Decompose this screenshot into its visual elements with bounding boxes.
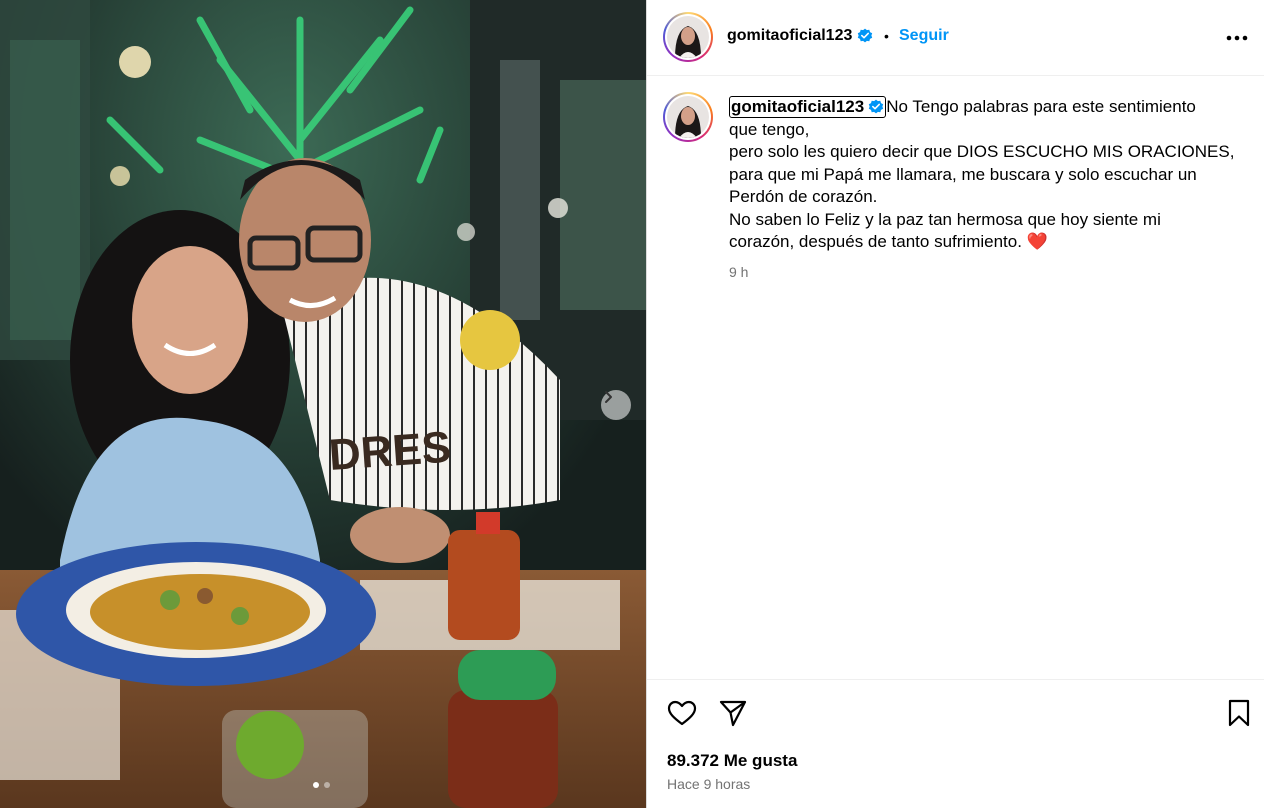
carousel-dot bbox=[324, 782, 330, 788]
carousel-next-button[interactable] bbox=[601, 390, 631, 420]
heart-icon bbox=[667, 700, 697, 726]
post-photo[interactable]: DRES bbox=[0, 0, 646, 808]
verified-badge-icon bbox=[858, 28, 873, 43]
chevron-right-icon bbox=[605, 391, 612, 403]
verified-badge-icon bbox=[869, 99, 884, 114]
caption-line: No saben lo Feliz y la paz tan hermosa q… bbox=[729, 209, 1161, 229]
send-icon bbox=[719, 700, 747, 727]
carousel-dot bbox=[313, 782, 319, 788]
heart-emoji: ❤️ bbox=[1026, 232, 1048, 251]
header-username-link[interactable]: gomitaoficial123 bbox=[727, 27, 873, 45]
save-button[interactable] bbox=[1223, 697, 1255, 729]
caption-line: para que mi Papá me llamara, me buscara … bbox=[729, 164, 1197, 184]
more-options-button[interactable] bbox=[1225, 28, 1249, 48]
caption-username-link[interactable]: gomitaoficial123 bbox=[729, 96, 887, 118]
caption-line: pero solo les quiero decir que DIOS ESCU… bbox=[729, 142, 1235, 161]
caption-line: Perdón de corazón. bbox=[729, 187, 878, 206]
follow-button[interactable]: Seguir bbox=[899, 27, 949, 45]
post-time[interactable]: Hace 9 horas bbox=[667, 776, 750, 792]
more-options-icon bbox=[1226, 35, 1248, 41]
caption-line: corazón, después de tanto sufrimiento. bbox=[729, 232, 1022, 251]
likes-count[interactable]: 89.372 Me gusta bbox=[667, 751, 797, 771]
caption-last-line: corazón, después de tanto sufrimiento. ❤… bbox=[729, 231, 1239, 254]
caption-section: gomitaoficial123 No Tengo palabras para … bbox=[647, 76, 1264, 679]
caption-text: gomitaoficial123 No Tengo palabras para … bbox=[729, 96, 1239, 254]
bookmark-icon bbox=[1228, 699, 1250, 727]
header-username: gomitaoficial123 bbox=[727, 27, 853, 44]
post-header: gomitaoficial123 • Seguir bbox=[647, 0, 1264, 76]
svg-text:DRES: DRES bbox=[327, 423, 452, 480]
avatar-image bbox=[667, 16, 709, 58]
share-button[interactable] bbox=[717, 697, 749, 729]
caption-username: gomitaoficial123 bbox=[731, 97, 865, 116]
avatar-image bbox=[667, 96, 709, 138]
caption-line: que tengo, bbox=[729, 119, 810, 139]
header-separator: • bbox=[884, 28, 889, 44]
avatar[interactable] bbox=[663, 12, 713, 62]
like-button[interactable] bbox=[666, 697, 698, 729]
post-actions: 89.372 Me gusta Hace 9 horas bbox=[647, 679, 1264, 808]
carousel-indicator bbox=[313, 782, 330, 788]
photo-illustration: DRES bbox=[0, 0, 646, 808]
caption-avatar[interactable] bbox=[663, 92, 713, 142]
caption-line: No Tengo palabras para este sentimiento bbox=[886, 97, 1196, 116]
post-detail-panel: gomitaoficial123 • Seguir gomitaoficial1… bbox=[646, 0, 1264, 808]
caption-timestamp[interactable]: 9 h bbox=[729, 264, 748, 280]
